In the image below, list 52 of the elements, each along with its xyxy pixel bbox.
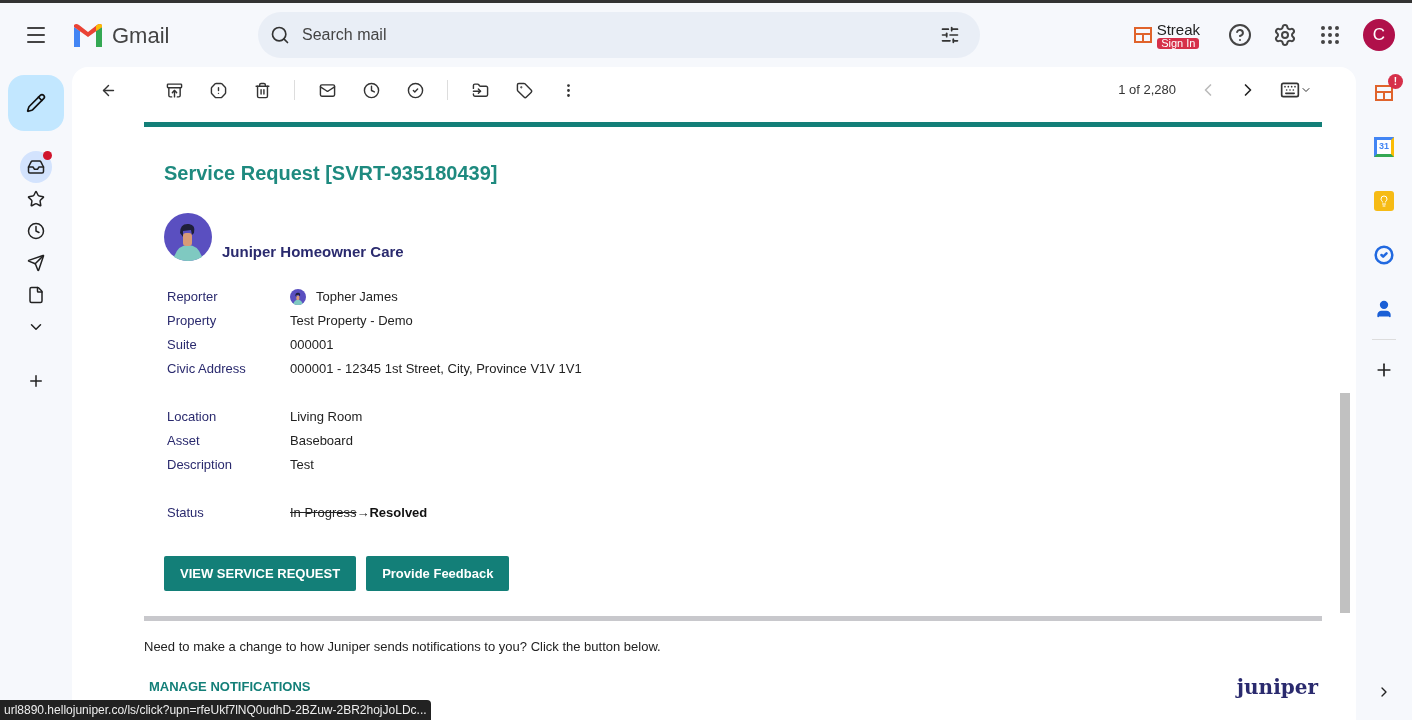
apps-icon[interactable] xyxy=(1318,23,1342,47)
reporter-avatar xyxy=(290,289,306,305)
detail-label: Location xyxy=(167,408,218,427)
search-field[interactable]: Search mail xyxy=(302,23,928,47)
detail-value: 000001 xyxy=(290,336,334,355)
search-icon[interactable] xyxy=(270,25,290,45)
detail-value: Test xyxy=(290,456,314,475)
account-avatar[interactable]: C xyxy=(1363,19,1395,51)
detail-label: Property xyxy=(167,312,218,331)
check-circle-icon[interactable] xyxy=(1374,245,1394,265)
old-status: In Progress xyxy=(290,504,357,523)
search-bar[interactable]: Search mail xyxy=(258,12,980,58)
notice-text: Need to make a change to how Juniper sends notifications to you? Click the button below. xyxy=(144,638,662,656)
keyboard-icon[interactable] xyxy=(1280,80,1312,100)
app-name: Gmail xyxy=(112,21,170,50)
view-request-button[interactable]: VIEW SERVICE REQUEST xyxy=(164,556,357,591)
compose-button[interactable] xyxy=(8,75,64,131)
new-status: Resolved xyxy=(369,504,428,523)
juniper-logo: juniper xyxy=(1236,676,1318,697)
detail-label: Asset xyxy=(167,432,201,451)
settings-icon[interactable] xyxy=(1273,23,1297,47)
detail-value: Topher James xyxy=(316,288,398,307)
detail-value: Living Room xyxy=(290,408,363,427)
alert-badge: ! xyxy=(1388,74,1403,89)
sender-avatar xyxy=(164,213,212,261)
detail-value: 000001 - 12345 1st Street, City, Province V1V 1V1 xyxy=(290,360,582,379)
feedback-button[interactable]: Provide Feedback xyxy=(366,556,510,591)
manage-notifications-link[interactable]: MANAGE NOTIFICATIONS xyxy=(144,677,311,697)
scrollbar-thumb[interactable] xyxy=(1340,393,1350,613)
detail-value: Baseboard xyxy=(290,432,353,451)
person-icon[interactable] xyxy=(1374,299,1394,319)
calendar-icon[interactable]: 31 xyxy=(1374,137,1394,157)
streak-icon[interactable] xyxy=(1132,25,1153,45)
streak-panel-icon[interactable] xyxy=(1374,83,1394,103)
pager-count: 1 of 2,280 xyxy=(1118,81,1176,100)
gmail-logo-icon xyxy=(72,23,104,47)
detail-value: Test Property - Demo xyxy=(290,312,413,331)
detail-label: Civic Address xyxy=(167,360,247,379)
streak-label[interactable]: Streak xyxy=(1156,21,1200,37)
arrow-text: → xyxy=(356,504,370,523)
detail-label: Suite xyxy=(167,336,198,355)
link-url-tooltip: url8890.hellojuniper.co/ls/click?upn=rfeUkf7lNQ0udhD-2BZuw-2BR2hojJoLDc... xyxy=(0,700,431,720)
detail-label: Reporter xyxy=(167,288,219,307)
email-title: Service Request [SVRT-935180439] xyxy=(164,161,499,186)
sender-name: Juniper Homeowner Care xyxy=(222,241,404,262)
help-icon[interactable] xyxy=(1228,23,1252,47)
filter-icon[interactable] xyxy=(940,25,960,45)
detail-label: Description xyxy=(167,456,234,475)
pencil-icon[interactable] xyxy=(26,93,46,113)
sign-in-badge[interactable]: Sign In xyxy=(1157,37,1200,49)
detail-label: Status xyxy=(167,504,205,523)
inbox-icon[interactable] xyxy=(20,151,52,183)
